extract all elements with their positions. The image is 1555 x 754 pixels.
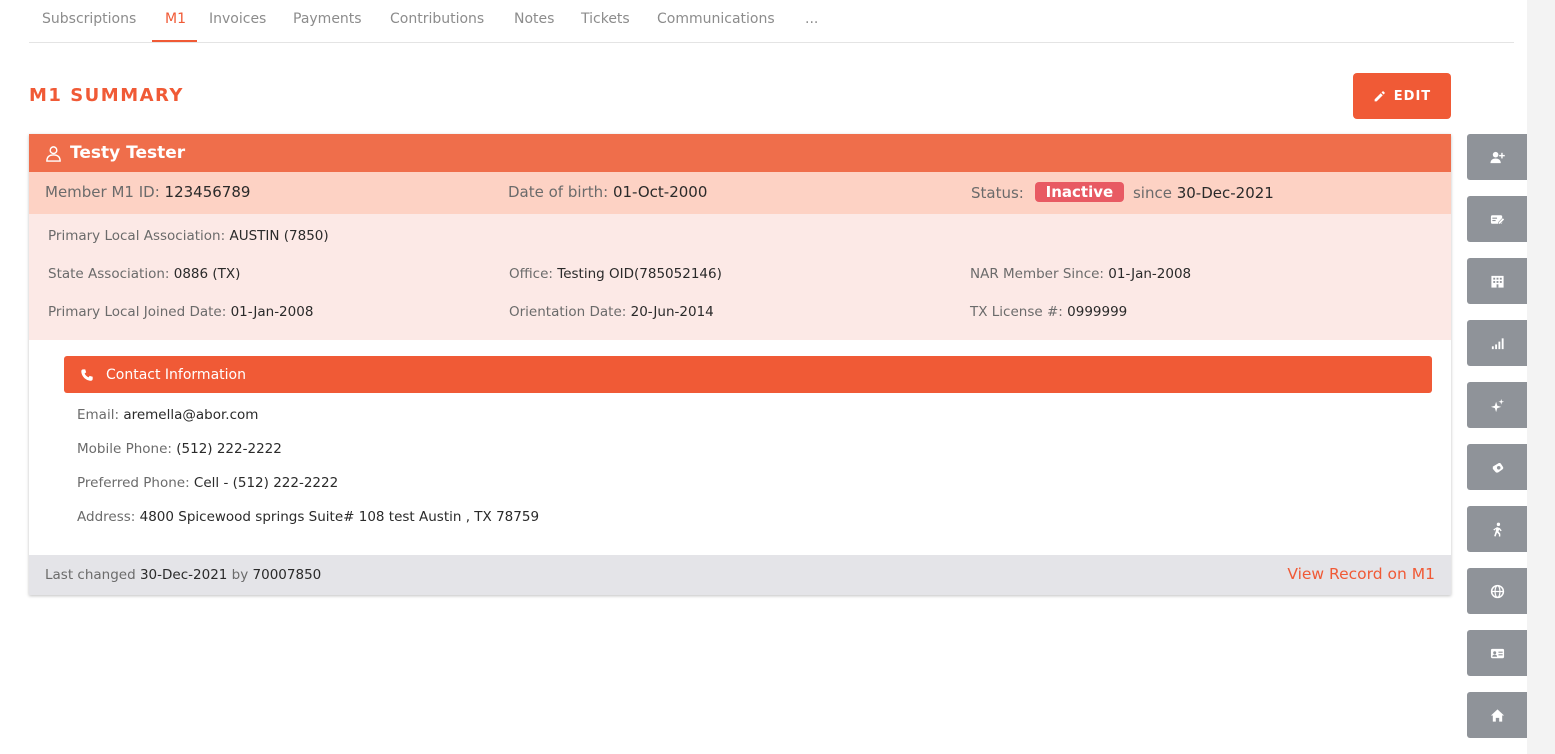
status-cell: Status: Inactive since 30-Dec-2021 [971,182,1274,203]
tx-license: TX License #: 0999999 [970,304,1127,320]
state-association-value: 0886 (TX) [173,266,241,282]
side-button-highlights[interactable] [1467,382,1527,428]
tab-subscriptions[interactable]: Subscriptions [42,11,136,27]
contact-mobile-phone: Mobile Phone: (512) 222-2222 [77,441,282,457]
contact-information-header: Contact Information [64,356,1432,393]
status-label: Status: [971,184,1024,202]
user-plus-icon [1489,151,1505,163]
side-button-home[interactable] [1467,692,1527,738]
orientation-date-label: Orientation Date: [509,304,627,320]
primary-local-association: Primary Local Association: AUSTIN (7850) [48,228,329,244]
phone-icon [81,368,93,381]
since-label: since [1132,184,1172,202]
person-walking-icon [1492,522,1502,537]
office-value: Testing OID(785052146) [557,266,722,282]
side-button-add-user[interactable] [1467,134,1527,180]
pencil-icon [1374,90,1385,101]
globe-icon [1490,584,1504,598]
side-button-activity[interactable] [1467,506,1527,552]
last-changed: Last changed 30-Dec-2021 by 70007850 [45,567,321,583]
primary-local-label: Primary Local Association: [48,228,226,244]
side-panel [1527,0,1555,754]
member-id-value: 123456789 [164,183,251,201]
status-badge: Inactive [1034,182,1125,202]
side-button-edit-card[interactable] [1467,196,1527,242]
preferred-phone-value: Cell - (512) 222-2222 [193,475,339,491]
member-name: Testy Tester [70,143,186,163]
building-icon [1490,275,1504,288]
side-button-global[interactable] [1467,568,1527,614]
active-tab-indicator [152,40,197,42]
preferred-phone-label: Preferred Phone: [77,475,190,491]
address-label: Address: [77,509,136,525]
tab-bar: Subscriptions M1 Invoices Payments Contr… [29,0,1514,43]
contact-email: Email: aremella@abor.com [77,407,258,423]
user-icon [46,145,61,162]
tab-payments[interactable]: Payments [293,11,362,27]
view-record-link[interactable]: View Record on M1 [1287,565,1435,583]
side-button-building[interactable] [1467,258,1527,304]
dob-value: 01-Oct-2000 [612,183,708,201]
changed-by-label: by [231,567,249,583]
primary-local-joined-value: 01-Jan-2008 [230,304,314,320]
last-changed-date: 30-Dec-2021 [139,567,228,583]
address-value: 4800 Spicewood springs Suite# 108 test A… [139,509,540,525]
contact-preferred-phone: Preferred Phone: Cell - (512) 222-2222 [77,475,338,491]
primary-local-joined-label: Primary Local Joined Date: [48,304,227,320]
tab-communications[interactable]: Communications [657,11,775,27]
pen-card-icon [1490,214,1505,224]
tab-contributions[interactable]: Contributions [390,11,484,27]
mobile-phone-label: Mobile Phone: [77,441,172,457]
side-button-donations[interactable] [1467,444,1527,490]
nar-member-since-label: NAR Member Since: [970,266,1104,282]
member-id-row: Member M1 ID: 123456789 Date of birth: 0… [29,172,1451,214]
email-label: Email: [77,407,120,423]
contact-information-title: Contact Information [106,366,246,383]
email-value: aremella@abor.com [123,407,259,423]
tab-notes[interactable]: Notes [514,11,554,27]
contact-address: Address: 4800 Spicewood springs Suite# 1… [77,509,539,525]
edit-button-label: EDIT [1393,88,1432,104]
tab-more[interactable]: ... [805,11,818,27]
state-association: State Association: 0886 (TX) [48,266,240,282]
primary-local-joined: Primary Local Joined Date: 01-Jan-2008 [48,304,313,320]
member-details: Primary Local Association: AUSTIN (7850)… [29,214,1451,340]
side-button-id-card[interactable] [1467,630,1527,676]
member-id-cell: Member M1 ID: 123456789 [45,183,250,201]
changed-by-value: 70007850 [252,567,322,583]
mobile-phone-value: (512) 222-2222 [176,441,282,457]
edit-button[interactable]: EDIT [1353,73,1451,119]
last-changed-label: Last changed [45,567,136,583]
id-card-icon [1490,648,1504,658]
tx-license-label: TX License #: [970,304,1063,320]
primary-local-value: AUSTIN (7850) [229,228,329,244]
orientation-date: Orientation Date: 20-Jun-2014 [509,304,714,320]
office-label: Office: [509,266,553,282]
hand-coin-icon [1492,462,1503,473]
dob-cell: Date of birth: 01-Oct-2000 [508,183,707,201]
dob-label: Date of birth: [508,183,609,201]
home-icon [1490,708,1504,722]
tab-m1[interactable]: M1 [165,11,186,27]
member-id-label: Member M1 ID: [45,183,160,201]
state-association-label: State Association: [48,266,170,282]
sparkle-icon [1490,398,1504,412]
tab-invoices[interactable]: Invoices [209,11,266,27]
office: Office: Testing OID(785052146) [509,266,722,282]
member-card-header: Testy Tester [29,134,1451,172]
member-card: Testy Tester Member M1 ID: 123456789 Dat… [29,134,1451,595]
card-footer: Last changed 30-Dec-2021 by 70007850 Vie… [29,555,1451,595]
since-value: 30-Dec-2021 [1176,184,1274,202]
tx-license-value: 0999999 [1067,304,1128,320]
orientation-date-value: 20-Jun-2014 [630,304,714,320]
side-button-stats[interactable] [1467,320,1527,366]
nar-member-since: NAR Member Since: 01-Jan-2008 [970,266,1191,282]
signal-bars-icon [1491,337,1504,349]
page-title: M1 SUMMARY [29,85,184,106]
nar-member-since-value: 01-Jan-2008 [1108,266,1192,282]
tab-tickets[interactable]: Tickets [581,11,630,27]
